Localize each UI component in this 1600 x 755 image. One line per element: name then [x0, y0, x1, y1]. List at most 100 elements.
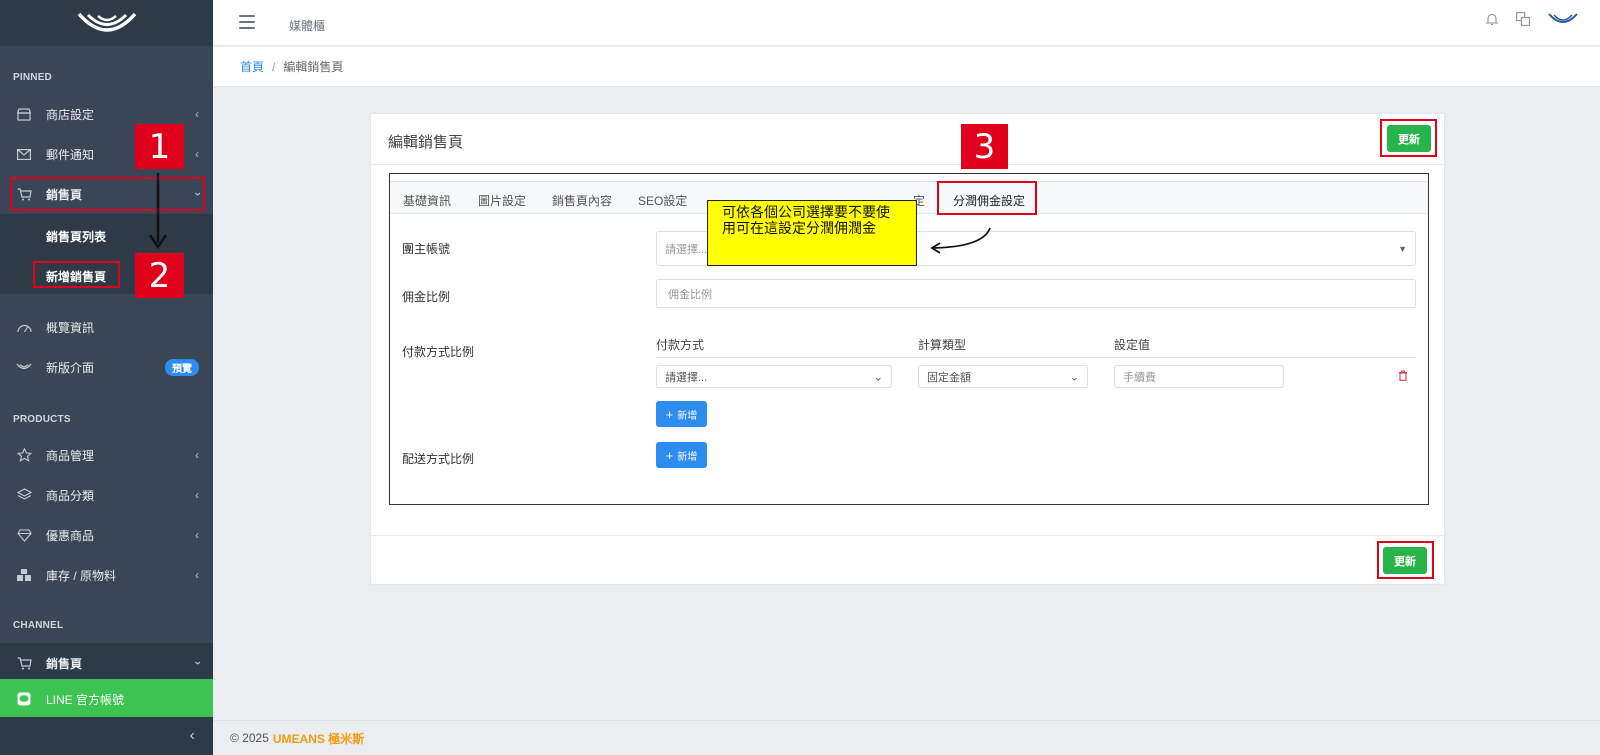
- sidebar-item-channel-sales-page[interactable]: 銷售頁 ‹: [0, 643, 213, 683]
- column-value: 設定值: [1114, 338, 1151, 352]
- tab-seo-settings[interactable]: SEO設定: [638, 192, 687, 209]
- commission-ratio-input[interactable]: 佣金比例: [656, 279, 1416, 308]
- footer-copyright: © 2025: [230, 731, 269, 745]
- star-icon: [16, 447, 32, 463]
- sidebar-item-line-official[interactable]: LINE 官方帳號: [0, 679, 213, 719]
- chevron-left-icon: ‹: [195, 448, 199, 462]
- preview-badge: 預覽: [165, 358, 199, 376]
- translate-icon[interactable]: [1516, 12, 1530, 29]
- annotation-box-commission-tab: [937, 181, 1037, 215]
- annotation-arrow-down-icon: [148, 173, 168, 250]
- line-icon: [16, 691, 32, 707]
- sidebar-item-new-ui[interactable]: 新版介面 預覽: [0, 347, 213, 387]
- chevron-left-icon: ‹: [195, 528, 199, 542]
- sidebar-subitem-sales-page-list[interactable]: 銷售頁列表: [46, 228, 106, 245]
- group-owner-label: 團主帳號: [402, 242, 451, 256]
- breadcrumb-home-link[interactable]: 首頁: [240, 58, 264, 75]
- sidebar-item-label: 郵件通知: [46, 147, 95, 162]
- sidebar-item-product-category[interactable]: 商品分類 ‹: [0, 475, 213, 515]
- section-products: PRODUCTS: [13, 414, 71, 425]
- tab-image-settings[interactable]: 圖片設定: [478, 192, 526, 209]
- chevron-left-icon: ‹: [195, 488, 199, 502]
- breadcrumb: 首頁 / 編輯銷售頁: [213, 47, 1600, 87]
- sidebar-item-label: 概覽資訊: [46, 320, 95, 335]
- sidebar-item-label: LINE 官方帳號: [46, 692, 125, 707]
- chevron-down-icon: ‹: [190, 661, 204, 665]
- topbar-title[interactable]: 媒體櫃: [289, 17, 325, 34]
- sidebar-item-inventory[interactable]: 庫存 / 原物料 ‹: [0, 555, 213, 595]
- sidebar-item-discount-product[interactable]: 優惠商品 ‹: [0, 515, 213, 555]
- card-footer-divider: [371, 535, 1444, 536]
- add-shipping-label: 新增: [677, 451, 698, 463]
- shipping-ratio-label: 配送方式比例: [402, 452, 475, 466]
- fee-value-input[interactable]: 手續費: [1114, 365, 1284, 388]
- sidebar-item-label: 商品管理: [46, 448, 95, 463]
- caret-down-icon: ▼: [1398, 243, 1407, 254]
- footer: © 2025 UMEANS 極米斯: [213, 720, 1600, 755]
- chevron-down-icon: ⌄: [1069, 371, 1079, 383]
- hamburger-menu-icon[interactable]: [239, 15, 255, 29]
- payment-method-value: 請選擇...: [665, 371, 708, 384]
- store-icon: [16, 106, 32, 122]
- column-calc-type: 計算類型: [918, 338, 967, 352]
- plus-icon: +: [665, 447, 674, 463]
- breadcrumb-current: 編輯銷售頁: [283, 60, 344, 74]
- layers-icon: [16, 487, 32, 503]
- sidebar-logo[interactable]: [0, 0, 213, 46]
- breadcrumb-separator: /: [272, 59, 276, 74]
- tab-sales-page-content[interactable]: 銷售頁內容: [552, 192, 612, 209]
- payment-method-select[interactable]: 請選擇... ⌄: [656, 365, 892, 388]
- annotation-callout: 可依各個公司選擇要不要使用可在這設定分潤佣潤金: [707, 200, 917, 266]
- annotation-curved-arrow-icon: [930, 227, 991, 254]
- annotation-step-3: 3: [961, 124, 1008, 169]
- sidebar-item-label: 庫存 / 原物料: [46, 568, 117, 583]
- cart-icon: [16, 655, 32, 671]
- calc-type-select[interactable]: 固定金額 ⌄: [918, 365, 1088, 388]
- add-payment-label: 新增: [677, 410, 698, 422]
- add-payment-button[interactable]: + 新增: [656, 401, 707, 427]
- add-shipping-button[interactable]: + 新增: [656, 442, 707, 468]
- chevron-left-icon: ‹: [189, 727, 195, 744]
- annotation-step-1: 1: [135, 124, 184, 169]
- mail-icon: [16, 146, 32, 162]
- sidebar-item-label: 銷售頁: [46, 656, 83, 671]
- topbar-icons: [1485, 12, 1578, 29]
- column-payment-method: 付款方式: [656, 338, 705, 352]
- plus-icon: +: [665, 406, 674, 422]
- annotation-box-update-top: [1380, 119, 1437, 157]
- calc-type-value: 固定金額: [927, 371, 971, 384]
- annotation-box-update-bottom: [1377, 541, 1434, 579]
- page-title: 編輯銷售頁: [388, 134, 464, 151]
- chevron-left-icon: ‹: [195, 568, 199, 582]
- sidebar-item-label: 商店設定: [46, 107, 95, 122]
- annotation-box-sales-page: [10, 177, 205, 211]
- sidebar-item-label: 商品分類: [46, 488, 95, 503]
- sidebar-item-product-mgmt[interactable]: 商品管理 ‹: [0, 435, 213, 475]
- footer-brand[interactable]: UMEANS 極米斯: [273, 730, 364, 747]
- sidebar-item-label: 新版介面: [46, 360, 95, 375]
- bell-icon[interactable]: [1485, 13, 1499, 29]
- edit-sales-page-card: 編輯銷售頁 更新 基礎資訊 圖片設定 銷售頁內容 SEO設定 定 分潤佣金設定 …: [370, 113, 1445, 585]
- payment-ratio-label: 付款方式比例: [402, 345, 475, 359]
- annotation-box-new-sales-page: [33, 261, 120, 288]
- topbar: 媒體櫃: [213, 0, 1600, 46]
- boxes-icon: [16, 567, 32, 583]
- section-channel: CHANNEL: [13, 620, 64, 631]
- chevron-left-icon: ‹: [195, 107, 199, 121]
- sidebar-collapse-button[interactable]: ‹: [0, 717, 213, 755]
- commission-ratio-label: 佣金比例: [402, 290, 451, 304]
- diamond-icon: [16, 527, 32, 543]
- user-avatar-logo-icon[interactable]: [1548, 12, 1578, 29]
- payment-table-divider: [656, 357, 1416, 358]
- annotation-step-2: 2: [135, 253, 184, 298]
- group-owner-placeholder: 請選擇...: [665, 243, 708, 256]
- umeans-logo-icon: [77, 12, 136, 32]
- card-header-divider: [371, 164, 1444, 165]
- trash-icon[interactable]: [1398, 370, 1408, 384]
- tab-basic-info[interactable]: 基礎資訊: [403, 192, 451, 209]
- sidebar-item-label: 優惠商品: [46, 528, 95, 543]
- sidebar-item-overview[interactable]: 概覽資訊: [0, 307, 213, 347]
- commission-ratio-placeholder: 佣金比例: [668, 288, 712, 301]
- chevron-down-icon: ⌄: [873, 371, 883, 383]
- fee-value-placeholder: 手續費: [1123, 371, 1156, 384]
